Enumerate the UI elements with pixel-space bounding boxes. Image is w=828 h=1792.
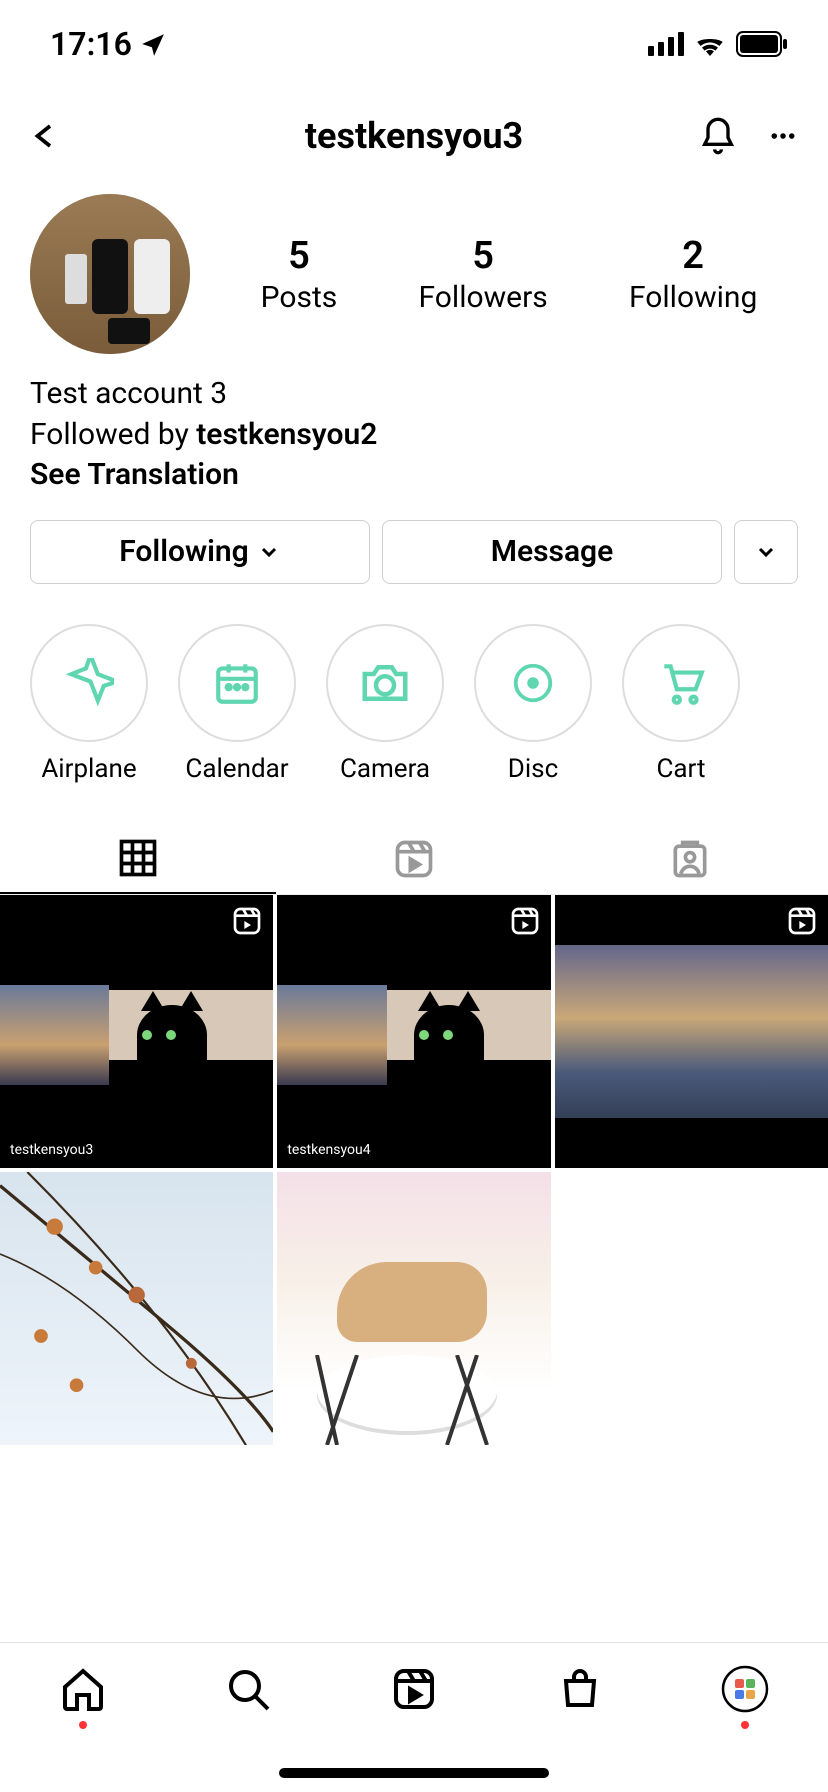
highlight-camera[interactable]: Camera (326, 624, 444, 784)
profile-stats: 5 Posts 5 Followers 2 Following (220, 234, 798, 315)
following-button-label: Following (119, 534, 249, 569)
battery-icon (736, 31, 788, 57)
status-time-group: 17:16 (50, 25, 166, 63)
post-caption: testkensyou4 (287, 1142, 370, 1158)
airplane-icon (64, 658, 114, 708)
message-button[interactable]: Message (382, 520, 722, 584)
reels-icon (390, 1665, 438, 1713)
disc-icon (510, 660, 556, 706)
followed-by-user: testkensyou2 (196, 417, 377, 452)
highlight-airplane[interactable]: Airplane (30, 624, 148, 784)
tagged-icon (668, 837, 712, 881)
see-translation[interactable]: See Translation (30, 455, 798, 496)
post-item[interactable]: testkensyou3 (0, 895, 273, 1168)
status-indicators (648, 31, 788, 57)
followed-by-prefix: Followed by (30, 417, 196, 452)
following-button[interactable]: Following (30, 520, 370, 584)
wifi-icon (694, 32, 726, 56)
stat-following-count: 2 (629, 234, 757, 278)
message-button-label: Message (491, 534, 614, 569)
stat-posts[interactable]: 5 Posts (261, 234, 338, 315)
story-highlights: Airplane Calendar Camera Disc Cart (0, 594, 828, 804)
reels-badge-icon (786, 905, 818, 937)
nav-profile[interactable] (715, 1665, 775, 1713)
highlight-disc[interactable]: Disc (474, 624, 592, 784)
notifications-icon[interactable] (698, 114, 738, 158)
calendar-icon (212, 658, 262, 708)
followed-by[interactable]: Followed by testkensyou2 (30, 415, 798, 456)
post-caption: testkensyou3 (10, 1142, 93, 1158)
profile-summary: 5 Posts 5 Followers 2 Following (0, 184, 828, 374)
avatar[interactable] (30, 194, 190, 354)
post-empty (555, 1172, 828, 1445)
content-tabs (0, 824, 828, 895)
notification-dot (741, 1721, 749, 1729)
stat-followers-label: Followers (419, 280, 548, 315)
search-icon (224, 1665, 272, 1713)
stat-posts-count: 5 (261, 234, 338, 278)
stat-followers-count: 5 (419, 234, 548, 278)
stat-followers[interactable]: 5 Followers (419, 234, 548, 315)
profile-bio: Test account 3 Followed by testkensyou2 … (0, 374, 828, 496)
profile-header: testkensyou3 (0, 88, 828, 184)
stat-following-label: Following (629, 280, 757, 315)
highlight-label: Disc (474, 754, 592, 784)
chevron-down-icon (257, 540, 281, 564)
header-username[interactable]: testkensyou3 (150, 115, 678, 157)
tab-reels[interactable] (276, 824, 552, 894)
reels-badge-icon (509, 905, 541, 937)
suggestions-button[interactable] (734, 520, 798, 584)
tab-grid[interactable] (0, 824, 276, 894)
highlight-label: Calendar (178, 754, 296, 784)
camera-icon (358, 656, 412, 710)
grid-icon (116, 836, 160, 880)
post-item[interactable]: testkensyou4 (277, 895, 550, 1168)
nav-reels[interactable] (384, 1665, 444, 1713)
tab-tagged[interactable] (552, 824, 828, 894)
stat-posts-label: Posts (261, 280, 338, 315)
highlight-calendar[interactable]: Calendar (178, 624, 296, 784)
status-time: 17:16 (50, 25, 132, 63)
post-item[interactable] (277, 1172, 550, 1445)
profile-avatar-icon (721, 1665, 769, 1713)
location-icon (140, 31, 166, 57)
reels-icon (392, 837, 436, 881)
notification-dot (79, 1721, 87, 1729)
more-icon[interactable] (768, 121, 798, 151)
post-item[interactable] (555, 895, 828, 1168)
shop-icon (556, 1665, 604, 1713)
status-bar: 17:16 (0, 0, 828, 88)
cart-icon (656, 658, 706, 708)
home-indicator[interactable] (279, 1768, 549, 1778)
nav-shop[interactable] (550, 1665, 610, 1713)
cellular-icon (648, 32, 684, 56)
post-item[interactable] (0, 1172, 273, 1445)
home-icon (59, 1665, 107, 1713)
highlight-label: Cart (622, 754, 740, 784)
nav-search[interactable] (218, 1665, 278, 1713)
bottom-nav (0, 1642, 828, 1792)
action-buttons: Following Message (0, 496, 828, 594)
highlight-label: Camera (326, 754, 444, 784)
bio-name: Test account 3 (30, 374, 798, 415)
back-icon[interactable] (30, 116, 60, 156)
posts-grid: testkensyou3 testkensyou4 (0, 895, 828, 1446)
stat-following[interactable]: 2 Following (629, 234, 757, 315)
reels-badge-icon (231, 905, 263, 937)
highlight-cart[interactable]: Cart (622, 624, 740, 784)
highlight-label: Airplane (30, 754, 148, 784)
nav-home[interactable] (53, 1665, 113, 1713)
chevron-down-icon (754, 540, 778, 564)
